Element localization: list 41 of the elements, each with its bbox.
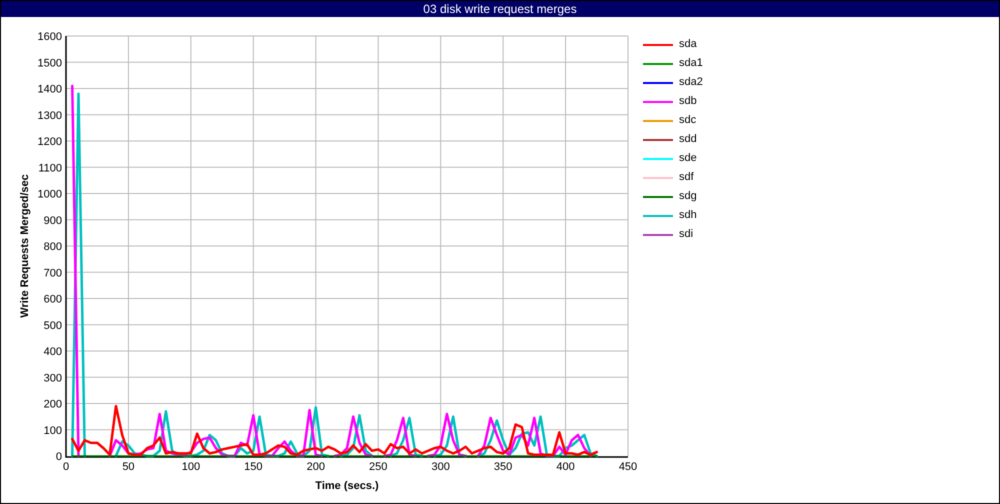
- legend-label: sdd: [679, 132, 697, 148]
- x-tick-label: 350: [494, 461, 512, 473]
- x-tick-label: 250: [369, 461, 388, 473]
- y-tick-label: 0: [56, 451, 62, 463]
- y-tick-label: 600: [44, 294, 62, 306]
- y-tick-label: 1400: [38, 84, 62, 96]
- legend-label: sdg: [679, 189, 697, 204]
- x-tick-label: 300: [431, 461, 450, 473]
- y-tick-label: 700: [44, 267, 62, 280]
- x-tick-label: 100: [182, 461, 200, 473]
- y-tick-label: 100: [44, 424, 62, 437]
- legend-label: sdc: [679, 113, 696, 128]
- y-tick-label: 1000: [38, 188, 62, 200]
- x-tick-label: 200: [306, 461, 325, 473]
- y-tick-label: 1100: [38, 162, 62, 174]
- y-tick-label: 1300: [38, 110, 62, 122]
- x-tick-label: 150: [244, 461, 263, 473]
- y-tick-label: 900: [44, 214, 62, 227]
- y-axis-label: Write Requests Merged/sec: [19, 174, 31, 318]
- y-tick-label: 1600: [38, 31, 62, 43]
- x-tick-label: 400: [556, 461, 575, 473]
- x-tick-label: 450: [618, 461, 638, 473]
- legend-label: sde: [679, 151, 697, 166]
- legend-label: sdh: [679, 208, 697, 224]
- y-tick-label: 1200: [38, 136, 62, 148]
- title-bar: 03 disk write request merges: [1, 1, 999, 17]
- y-tick-label: 300: [44, 372, 62, 384]
- x-tick-label: 50: [122, 461, 135, 473]
- y-tick-label: 1500: [38, 57, 62, 70]
- legend-label: sdi: [679, 227, 694, 242]
- legend-label: sdf: [679, 170, 694, 186]
- y-tick-label: 800: [44, 241, 62, 253]
- y-tick-label: 500: [44, 320, 62, 332]
- x-axis-label: Time (secs.): [315, 480, 379, 492]
- legend-label: sdb: [679, 94, 697, 110]
- legend-label: sda1: [679, 56, 703, 72]
- legend-label: sda2: [679, 75, 703, 90]
- y-tick-label: 200: [44, 398, 62, 410]
- legend-label: sda: [679, 37, 697, 52]
- x-tick-label: 0: [62, 461, 70, 473]
- y-tick-label: 400: [44, 346, 62, 358]
